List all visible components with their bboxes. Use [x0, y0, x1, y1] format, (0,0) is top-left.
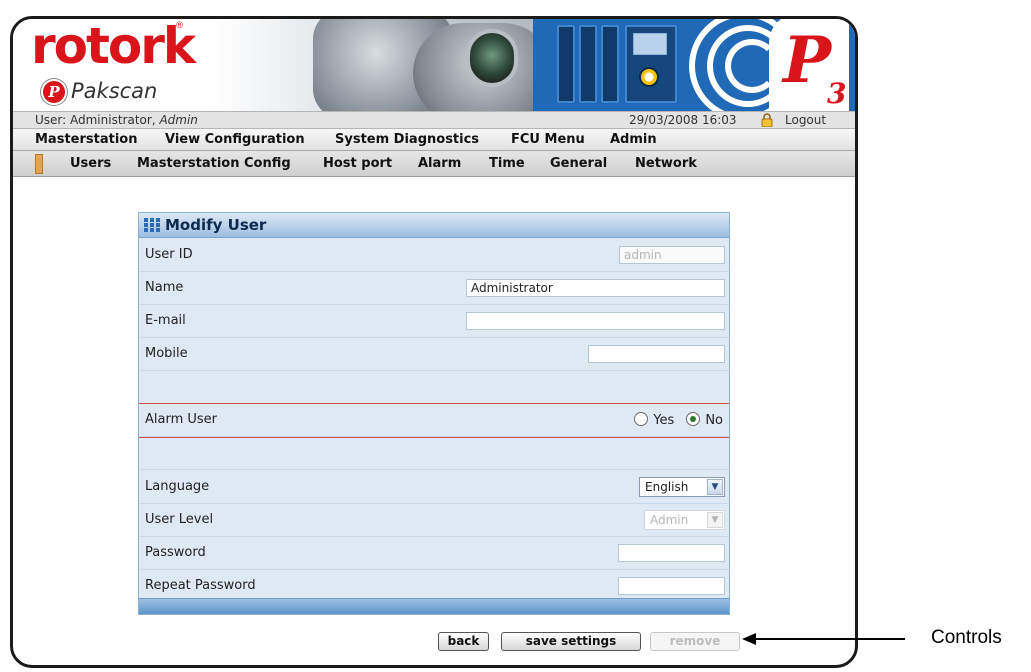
callout-line [755, 638, 905, 640]
chevron-down-icon: ▼ [707, 512, 723, 528]
language-select[interactable]: English ▼ [639, 477, 725, 497]
current-user: User: Administrator, Admin [35, 113, 198, 127]
subnav-time[interactable]: Time [489, 156, 525, 171]
password-row: Password [139, 537, 729, 570]
masterstation-unit-image [601, 25, 619, 103]
chevron-down-icon: ▼ [707, 479, 723, 495]
email-field[interactable] [466, 312, 725, 330]
panel-header: Modify User [139, 213, 729, 238]
pakscan-badge-icon: P [41, 79, 67, 105]
alarm-user-radio-group: Yes No [634, 412, 723, 428]
registered-mark: ® [175, 21, 184, 31]
controls-callout-label: Controls [931, 627, 1002, 648]
nav-admin[interactable]: Admin [610, 132, 657, 147]
header-banner: P 3 rotork ® P Pakscan [13, 19, 855, 111]
subnav-network[interactable]: Network [635, 156, 697, 171]
main-nav: Masterstation View Configuration System … [13, 129, 855, 151]
p3-logo-subscript: 3 [827, 77, 847, 110]
logout-link[interactable]: Logout [785, 113, 826, 127]
remove-button: remove [650, 632, 740, 651]
mobile-row: Mobile [139, 338, 729, 371]
user-level-row: User Level Admin ▼ [139, 504, 729, 537]
lock-icon [761, 113, 773, 127]
user-level-select: Admin ▼ [644, 510, 725, 530]
email-row: E-mail [139, 305, 729, 338]
nav-system-diagnostics[interactable]: System Diagnostics [335, 132, 479, 147]
language-label: Language [145, 479, 210, 494]
masterstation-unit-image [579, 25, 597, 103]
admin-sub-nav: Users Masterstation Config Host port Ala… [13, 151, 855, 177]
rotork-logo: rotork [31, 19, 196, 75]
callout-arrowhead [742, 633, 756, 645]
repeat-password-label: Repeat Password [145, 578, 256, 593]
panel-footer [139, 598, 729, 614]
pakscan-logo: Pakscan [71, 79, 158, 103]
grid-icon [144, 218, 160, 232]
name-label: Name [145, 280, 184, 295]
p3-logo: P [783, 23, 832, 98]
mobile-field[interactable] [588, 345, 725, 363]
panel-title: Modify User [165, 216, 267, 234]
current-user-role: Admin [159, 113, 198, 127]
alarm-user-label: Alarm User [145, 412, 218, 427]
password-label: Password [145, 545, 206, 560]
nav-fcu-menu[interactable]: FCU Menu [511, 132, 585, 147]
save-settings-button[interactable]: save settings [501, 632, 641, 651]
subnav-general[interactable]: General [550, 156, 607, 171]
masterstation-unit-image [557, 25, 575, 103]
alarm-user-row: Alarm User Yes No [139, 404, 729, 437]
user-id-label: User ID [145, 247, 193, 262]
user-level-label: User Level [145, 512, 214, 527]
password-field[interactable] [618, 544, 725, 562]
subnav-users[interactable]: Users [70, 156, 111, 171]
user-id-row: User ID [139, 239, 729, 272]
app-window: P 3 rotork ® P Pakscan User: Administrat… [10, 16, 858, 668]
nav-view-configuration[interactable]: View Configuration [165, 132, 305, 147]
name-row: Name [139, 272, 729, 305]
status-bar: User: Administrator, Admin 29/03/2008 16… [13, 111, 855, 129]
modify-user-panel: Modify User User ID Name E-mail Mobile A… [138, 212, 730, 615]
email-label: E-mail [145, 313, 186, 328]
alarm-user-yes-radio[interactable] [634, 412, 649, 426]
spacer-row [139, 437, 729, 470]
language-row: Language English ▼ [139, 471, 729, 504]
active-section-marker [35, 154, 43, 174]
alarm-user-no-radio[interactable] [686, 412, 701, 426]
mobile-label: Mobile [145, 346, 188, 361]
subnav-masterstation-config[interactable]: Masterstation Config [137, 156, 291, 171]
subnav-host-port[interactable]: Host port [323, 156, 392, 171]
datetime-display: 29/03/2008 16:03 [629, 113, 737, 127]
back-button[interactable]: back [438, 632, 489, 651]
repeat-password-field[interactable] [618, 577, 725, 595]
name-field[interactable] [466, 279, 725, 297]
actuator-display-image [466, 29, 518, 87]
subnav-alarm[interactable]: Alarm [418, 156, 461, 171]
spacer-row [139, 371, 729, 404]
nav-masterstation[interactable]: Masterstation [35, 132, 137, 147]
user-id-field [619, 246, 725, 264]
